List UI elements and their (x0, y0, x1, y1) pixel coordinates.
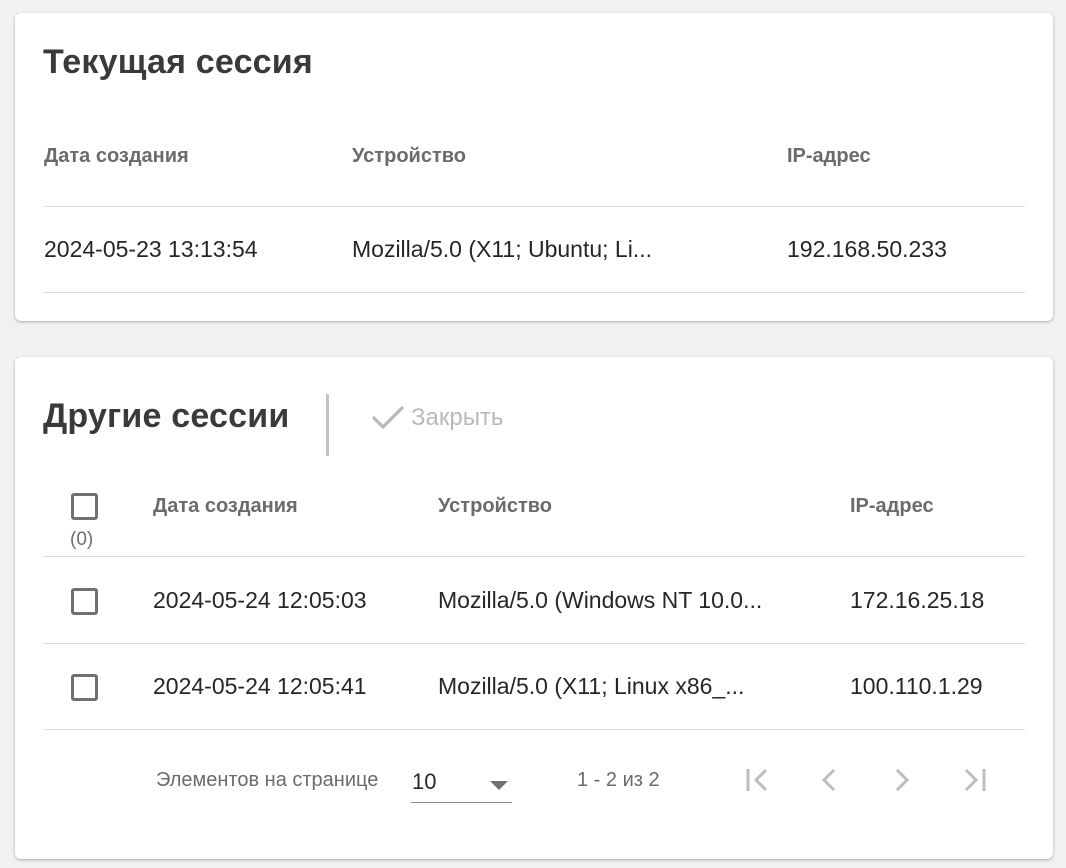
table-divider (44, 556, 1025, 557)
check-icon (371, 403, 405, 433)
prev-page-icon (813, 764, 845, 801)
table-divider (44, 206, 1025, 207)
column-header-ip: IP-адрес (850, 495, 934, 517)
page-size-value: 10 (412, 769, 437, 794)
page-range: 1 - 2 из 2 (577, 769, 660, 791)
table-divider (44, 729, 1025, 730)
current-session-card: Текущая сессия Дата создания Устройство … (15, 13, 1053, 321)
row-checkbox[interactable] (71, 674, 98, 701)
title-divider (326, 394, 329, 456)
next-page-button[interactable] (882, 762, 922, 802)
row-checkbox[interactable] (71, 588, 98, 615)
close-sessions-button[interactable]: Закрыть (371, 403, 503, 433)
page-size-label: Элементов на странице (156, 769, 379, 791)
cell-device: Mozilla/5.0 (X11; Linux x86_... (438, 673, 745, 699)
selected-count: (0) (70, 529, 94, 550)
close-sessions-label: Закрыть (411, 404, 504, 431)
column-header-ip: IP-адрес (787, 145, 871, 167)
column-header-device: Устройство (438, 495, 552, 517)
cell-created: 2024-05-24 12:05:41 (153, 673, 367, 699)
column-header-device: Устройство (352, 145, 466, 167)
cell-ip: 192.168.50.233 (787, 236, 947, 262)
first-page-icon (742, 764, 774, 801)
cell-device: Mozilla/5.0 (Windows NT 10.0... (438, 587, 763, 613)
table-divider (44, 292, 1025, 293)
last-page-icon (958, 764, 990, 801)
other-sessions-title: Другие сессии (43, 397, 290, 435)
prev-page-button[interactable] (809, 762, 849, 802)
table-divider (44, 643, 1025, 644)
column-header-created: Дата создания (153, 495, 298, 517)
page-size-select[interactable]: 10 (411, 761, 512, 803)
cell-created: 2024-05-23 13:13:54 (44, 236, 258, 262)
select-all-checkbox[interactable] (71, 493, 98, 520)
cell-ip: 172.16.25.18 (850, 587, 985, 613)
last-page-button[interactable] (954, 762, 994, 802)
cell-device: Mozilla/5.0 (X11; Ubuntu; Li... (352, 236, 652, 262)
other-sessions-card: Другие сессии Закрыть (0) Дата создания … (15, 357, 1053, 859)
dropdown-arrow-icon (490, 781, 508, 790)
cell-created: 2024-05-24 12:05:03 (153, 587, 367, 613)
cell-ip: 100.110.1.29 (850, 673, 983, 699)
current-session-title: Текущая сессия (43, 43, 313, 81)
next-page-icon (886, 764, 918, 801)
column-header-created: Дата создания (44, 145, 189, 167)
first-page-button[interactable] (738, 762, 778, 802)
